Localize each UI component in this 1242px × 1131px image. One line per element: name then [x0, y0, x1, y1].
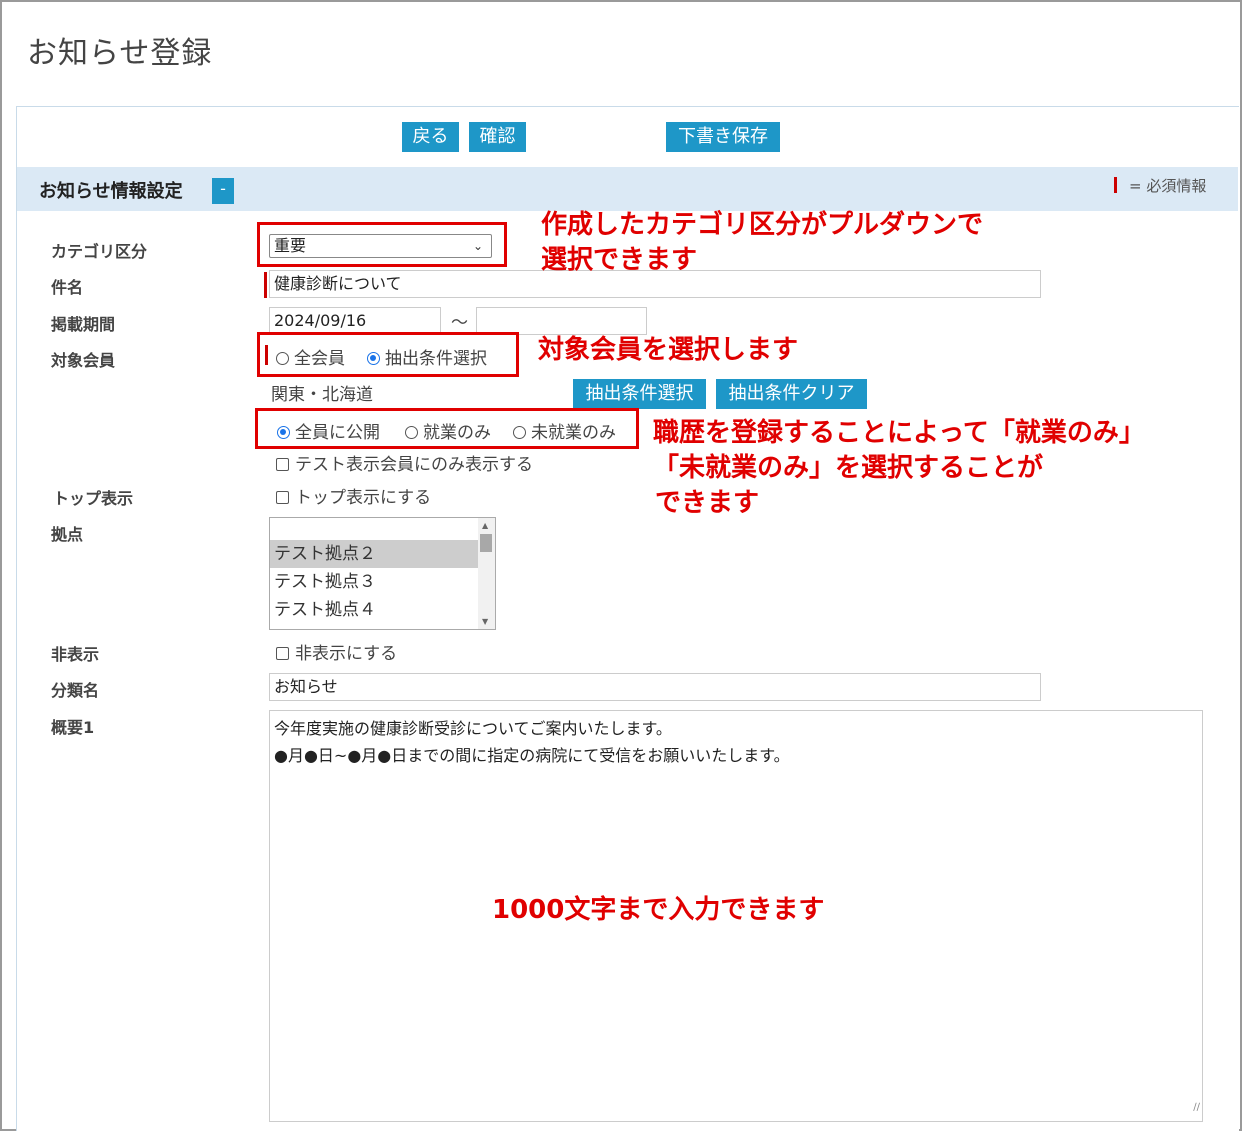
period-end-input[interactable] — [476, 307, 647, 335]
label-period: 掲載期間 — [51, 315, 116, 334]
summary-line: 今年度実施の健康診断受診についてご案内いたします。 — [274, 719, 672, 738]
test-only-label: テスト表示会員にのみ表示する — [295, 455, 533, 475]
top-display-checkbox[interactable]: トップ表示にする — [276, 483, 431, 508]
label-class-name: 分類名 — [51, 681, 100, 700]
listbox-scrollbar[interactable]: ▲ ▼ — [478, 518, 495, 629]
section-header: お知らせ情報設定 - = 必須情報 — [17, 167, 1238, 211]
label-target: 対象会員 — [51, 351, 116, 370]
resize-handle-icon[interactable]: ∕∕ — [1193, 1094, 1200, 1121]
annotation-box-category — [257, 222, 507, 267]
page-title: お知らせ登録 — [27, 36, 213, 71]
region-text: 関東・北海道 — [271, 385, 373, 405]
annotation-category-line1: 作成したカテゴリ区分がプルダウンで — [541, 210, 984, 240]
back-button[interactable]: 戻る — [402, 122, 459, 152]
class-name-input[interactable]: お知らせ — [269, 673, 1041, 701]
extract-clear-button[interactable]: 抽出条件クリア — [716, 379, 867, 409]
label-base: 拠点 — [51, 525, 84, 544]
draft-save-button[interactable]: 下書き保存 — [666, 122, 780, 152]
annotation-box-target — [257, 332, 519, 377]
required-legend: = 必須情報 — [1129, 177, 1207, 195]
annotation-length: 1000文字まで入力できます — [492, 895, 825, 925]
label-category: カテゴリ区分 — [51, 242, 148, 261]
extract-select-button[interactable]: 抽出条件選択 — [573, 379, 706, 409]
hidden-label: 非表示にする — [295, 644, 398, 664]
period-tilde: 〜 — [451, 313, 468, 333]
top-display-label: トップ表示にする — [295, 488, 432, 508]
label-hidden: 非表示 — [51, 645, 100, 664]
label-summary: 概要1 — [51, 718, 95, 737]
scrollbar-thumb[interactable] — [480, 534, 492, 552]
scroll-up-icon[interactable]: ▲ — [482, 521, 488, 530]
test-only-checkbox[interactable]: テスト表示会員にのみ表示する — [276, 450, 533, 475]
annotation-category-line2: 選択できます — [541, 245, 698, 275]
annotation-career-line2: 「未就業のみ」を選択することが — [653, 453, 1044, 483]
hidden-checkbox[interactable]: 非表示にする — [276, 639, 397, 664]
checkbox-icon — [276, 458, 289, 471]
label-subject: 件名 — [51, 278, 84, 297]
required-indicator — [264, 272, 267, 298]
listbox-item[interactable]: テスト拠点３ — [270, 568, 478, 596]
checkbox-icon — [276, 491, 289, 504]
confirm-button[interactable]: 確認 — [469, 122, 526, 152]
base-listbox[interactable]: テスト拠点２ テスト拠点３ テスト拠点４ ▲ ▼ — [269, 517, 496, 630]
annotation-target: 対象会員を選択します — [538, 335, 799, 365]
checkbox-icon — [276, 647, 289, 660]
annotation-career-line1: 職歴を登録することによって「就業のみ」 — [653, 418, 1145, 448]
summary-line: ●月●日~●月●日までの間に指定の病院にて受信をお願いいたします。 — [274, 746, 790, 765]
annotation-career-line3: できます — [655, 488, 760, 518]
annotation-box-publish — [255, 408, 639, 449]
label-top-display: トップ表示 — [53, 489, 134, 508]
scroll-down-icon[interactable]: ▼ — [482, 617, 488, 626]
listbox-item[interactable]: テスト拠点２ — [270, 540, 478, 568]
required-mark-icon — [1114, 177, 1117, 193]
section-title: お知らせ情報設定 — [39, 181, 183, 202]
listbox-item[interactable]: テスト拠点４ — [270, 596, 478, 624]
period-start-input[interactable]: 2024/09/16 — [269, 307, 441, 335]
collapse-toggle-button[interactable]: - — [212, 178, 234, 204]
